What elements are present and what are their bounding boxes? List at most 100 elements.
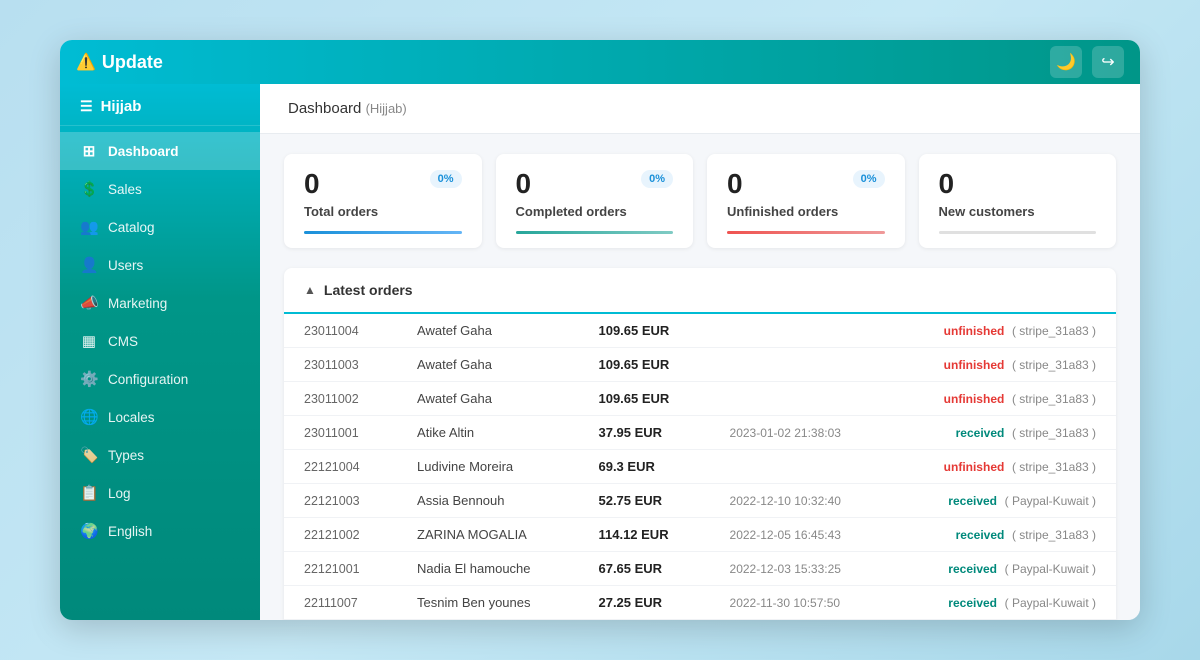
table-row[interactable]: 22121002 ZARINA MOGALIA 114.12 EUR 2022-… [284, 518, 1116, 552]
payment-badge: ( stripe_31a83 ) [1012, 426, 1096, 440]
order-id: 22121004 [284, 450, 397, 484]
stat-top: 0 [939, 170, 1097, 198]
table-row[interactable]: 22121001 Nadia El hamouche 67.65 EUR 202… [284, 552, 1116, 586]
customer-name: Sarah Moch [397, 620, 578, 621]
order-id: 22121002 [284, 518, 397, 552]
order-status-cell: received ( Paypal-Kuwait ) [889, 552, 1116, 586]
stat-bar-unfinished-orders [727, 231, 885, 234]
order-datetime: 2022-12-10 10:32:40 [710, 484, 889, 518]
sidebar-item-users[interactable]: 👤 Users [60, 246, 260, 284]
table-row[interactable]: 23011001 Atike Altin 37.95 EUR 2023-01-0… [284, 416, 1116, 450]
dashboard-icon: ⊞ [80, 142, 98, 160]
app-window: ⚠️ Update 🌙 ↪ ☰ Hijjab ⊞ Dashboard 💲 Sa [60, 40, 1140, 620]
payment-badge: ( stripe_31a83 ) [1012, 324, 1096, 338]
orders-table: 23011004 Awatef Gaha 109.65 EUR unfinish… [284, 314, 1116, 620]
sidebar-item-cms[interactable]: ▦ CMS [60, 322, 260, 360]
table-row[interactable]: 22121004 Ludivine Moreira 69.3 EUR unfin… [284, 450, 1116, 484]
menu-icon: ☰ [80, 98, 93, 115]
order-id: 23011003 [284, 348, 397, 382]
stat-label-new-customers: New customers [939, 204, 1097, 219]
status-badge: received [956, 528, 1005, 542]
table-row[interactable]: 22111006 Sarah Moch 56.89 EUR 2022-11-20… [284, 620, 1116, 621]
titlebar-actions: 🌙 ↪ [1050, 46, 1124, 78]
order-amount: 69.3 EUR [578, 450, 709, 484]
sidebar-item-catalog[interactable]: 👥 Catalog [60, 208, 260, 246]
alert-icon: ⚠️ [76, 52, 96, 72]
customer-name: Tesnim Ben younes [397, 586, 578, 620]
table-row[interactable]: 23011004 Awatef Gaha 109.65 EUR unfinish… [284, 314, 1116, 348]
english-icon: 🌍 [80, 522, 98, 540]
sidebar-item-marketing[interactable]: 📣 Marketing [60, 284, 260, 322]
sidebar-item-label: Users [108, 258, 143, 273]
stat-card-completed-orders: 0 0% Completed orders [496, 154, 694, 248]
stat-value-unfinished-orders: 0 [727, 170, 743, 198]
order-status-cell: received ( stripe_31a83 ) [889, 620, 1116, 621]
sidebar-item-locales[interactable]: 🌐 Locales [60, 398, 260, 436]
order-id: 23011004 [284, 314, 397, 348]
order-status-cell: unfinished ( stripe_31a83 ) [889, 450, 1116, 484]
chevron-up-icon: ▲ [304, 283, 316, 297]
sidebar-item-sales[interactable]: 💲 Sales [60, 170, 260, 208]
stat-label-unfinished-orders: Unfinished orders [727, 204, 885, 219]
order-amount: 37.95 EUR [578, 416, 709, 450]
users-icon: 👤 [80, 256, 98, 274]
marketing-icon: 📣 [80, 294, 98, 312]
sidebar-item-english[interactable]: 🌍 English [60, 512, 260, 550]
order-datetime [710, 382, 889, 416]
order-id: 23011001 [284, 416, 397, 450]
status-badge: unfinished [944, 358, 1005, 372]
order-status-cell: received ( Paypal-Kuwait ) [889, 586, 1116, 620]
stat-badge-total-orders: 0% [430, 170, 462, 188]
sidebar-item-log[interactable]: 📋 Log [60, 474, 260, 512]
stat-label-completed-orders: Completed orders [516, 204, 674, 219]
status-badge: unfinished [944, 460, 1005, 474]
sidebar-item-label: Configuration [108, 372, 188, 387]
payment-badge: ( stripe_31a83 ) [1012, 392, 1096, 406]
payment-badge: ( stripe_31a83 ) [1012, 460, 1096, 474]
sidebar-logo-label: Hijjab [101, 98, 142, 115]
sidebar: ☰ Hijjab ⊞ Dashboard 💲 Sales 👥 Catalog 👤 [60, 84, 260, 620]
section-title: Latest orders [324, 282, 413, 298]
order-datetime: 2022-11-30 10:57:50 [710, 586, 889, 620]
dark-mode-button[interactable]: 🌙 [1050, 46, 1082, 78]
stat-top: 0 0% [304, 170, 462, 198]
stat-value-completed-orders: 0 [516, 170, 532, 198]
order-datetime [710, 450, 889, 484]
main-content: Dashboard (Hijjab) 0 0% Total orders [260, 84, 1140, 620]
stat-value-new-customers: 0 [939, 170, 955, 198]
sidebar-item-types[interactable]: 🏷️ Types [60, 436, 260, 474]
stat-top: 0 0% [516, 170, 674, 198]
sidebar-item-label: English [108, 524, 152, 539]
locales-icon: 🌐 [80, 408, 98, 426]
sidebar-item-dashboard[interactable]: ⊞ Dashboard [60, 132, 260, 170]
sidebar-logo: ☰ Hijjab [60, 84, 260, 126]
sidebar-item-label: CMS [108, 334, 138, 349]
brand-title: Update [102, 52, 163, 73]
order-amount: 52.75 EUR [578, 484, 709, 518]
order-datetime [710, 348, 889, 382]
status-badge: unfinished [944, 324, 1005, 338]
stat-label-total-orders: Total orders [304, 204, 462, 219]
status-badge: unfinished [944, 392, 1005, 406]
customer-name: Awatef Gaha [397, 382, 578, 416]
table-row[interactable]: 23011003 Awatef Gaha 109.65 EUR unfinish… [284, 348, 1116, 382]
status-badge: received [956, 426, 1005, 440]
order-datetime: 2022-12-05 16:45:43 [710, 518, 889, 552]
logout-button[interactable]: ↪ [1092, 46, 1124, 78]
stat-card-total-orders: 0 0% Total orders [284, 154, 482, 248]
table-row[interactable]: 22121003 Assia Bennouh 52.75 EUR 2022-12… [284, 484, 1116, 518]
order-datetime: 2022-12-03 15:33:25 [710, 552, 889, 586]
order-amount: 109.65 EUR [578, 348, 709, 382]
order-status-cell: received ( Paypal-Kuwait ) [889, 484, 1116, 518]
status-badge: received [948, 494, 997, 508]
sidebar-nav: ⊞ Dashboard 💲 Sales 👥 Catalog 👤 Users 📣 [60, 126, 260, 620]
sidebar-item-configuration[interactable]: ⚙️ Configuration [60, 360, 260, 398]
order-id: 23011002 [284, 382, 397, 416]
stat-bar-completed-orders [516, 231, 674, 234]
order-id: 22121003 [284, 484, 397, 518]
table-row[interactable]: 23011002 Awatef Gaha 109.65 EUR unfinish… [284, 382, 1116, 416]
section-header: ▲ Latest orders [284, 268, 1116, 314]
table-row[interactable]: 22111007 Tesnim Ben younes 27.25 EUR 202… [284, 586, 1116, 620]
order-datetime: 2022-11-20 12:02:02 [710, 620, 889, 621]
status-badge: received [948, 596, 997, 610]
